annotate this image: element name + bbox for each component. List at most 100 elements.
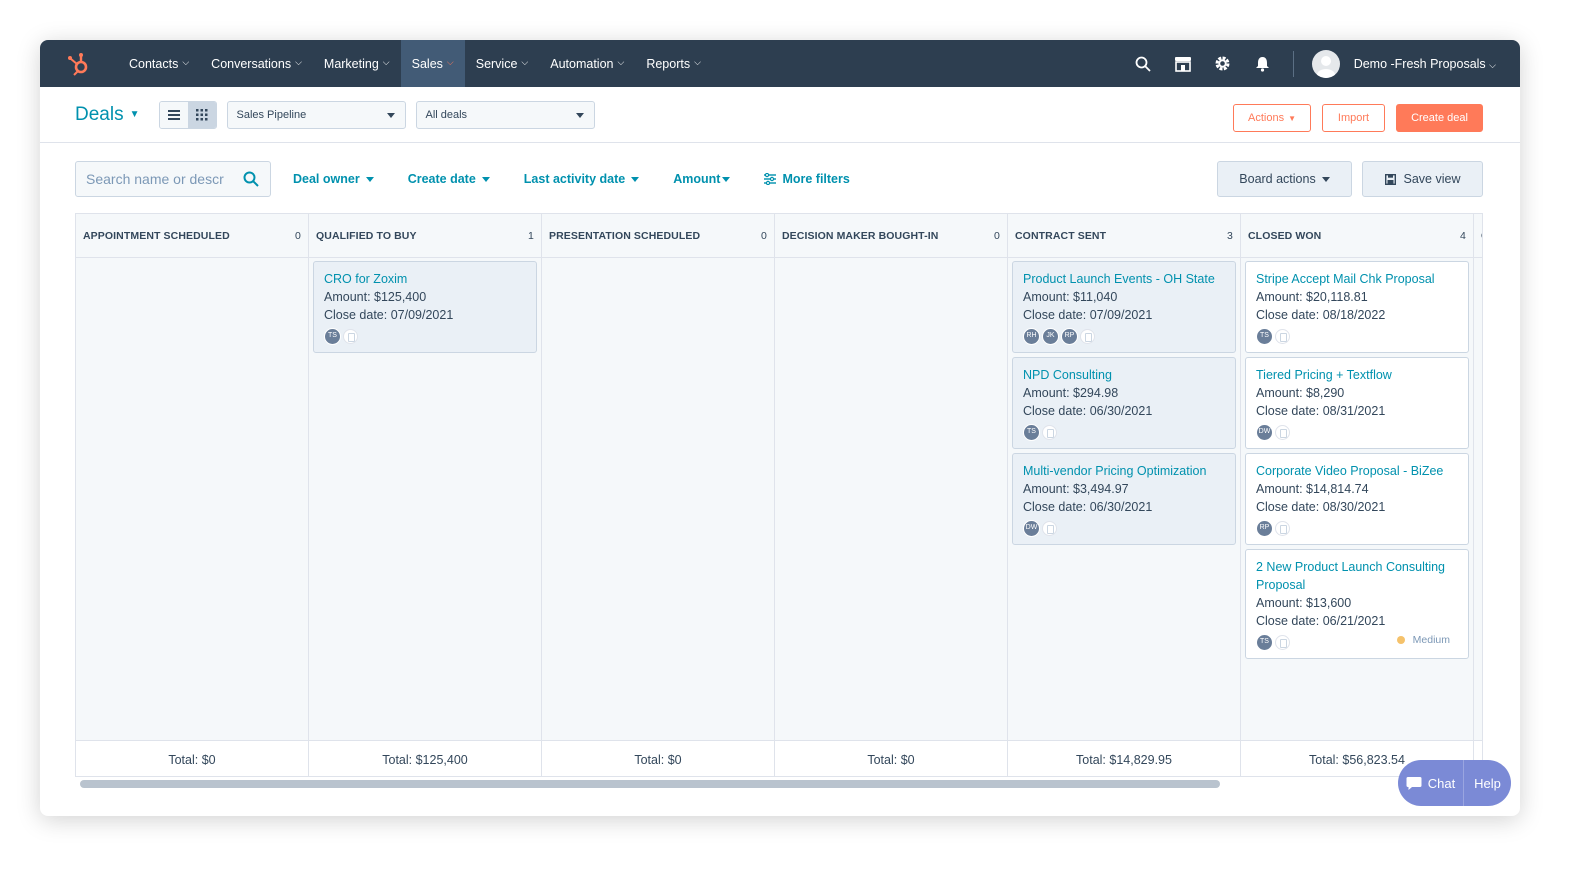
- add-task-icon[interactable]: [1275, 634, 1290, 650]
- view-select-value: All deals: [425, 108, 468, 121]
- owner-avatar[interactable]: RP: [1061, 327, 1078, 345]
- deal-name-link[interactable]: Tiered Pricing + Textflow: [1256, 366, 1458, 384]
- owner-avatar[interactable]: JK: [1042, 327, 1059, 345]
- bell-icon[interactable]: [1243, 40, 1283, 87]
- owner-avatar[interactable]: DW: [1256, 423, 1273, 441]
- deal-card[interactable]: Corporate Video Proposal - BiZee Amount:…: [1245, 453, 1469, 545]
- column-header[interactable]: APPOINTMENT SCHEDULED 0: [76, 214, 308, 258]
- column-header[interactable]: DECISION MAKER BOUGHT-IN 0: [775, 214, 1007, 258]
- add-task-icon[interactable]: [1042, 424, 1057, 440]
- filter-bar: Search name or descr Deal owner Create d…: [40, 143, 1520, 215]
- deal-card[interactable]: Product Launch Events - OH State Amount:…: [1012, 261, 1236, 353]
- amount-filter[interactable]: Amount: [673, 172, 731, 186]
- owner-avatar[interactable]: DW: [1023, 519, 1040, 537]
- deal-card[interactable]: Multi-vendor Pricing Optimization Amount…: [1012, 453, 1236, 545]
- owner-avatar[interactable]: TS: [1023, 423, 1040, 441]
- column-header[interactable]: C: [1474, 214, 1482, 258]
- nav-contacts[interactable]: Contacts ⌵: [118, 40, 200, 87]
- board-actions-button[interactable]: Board actions: [1217, 161, 1352, 197]
- create-deal-button[interactable]: Create deal: [1396, 104, 1483, 132]
- caret-down-icon: [481, 176, 490, 182]
- nav-conversations[interactable]: Conversations ⌵: [200, 40, 313, 87]
- column-body: [775, 258, 1007, 738]
- owner-avatar[interactable]: TS: [1256, 633, 1273, 651]
- column-count: 3: [1227, 229, 1233, 242]
- column-header[interactable]: CLOSED WON 4: [1241, 214, 1473, 258]
- nav-marketing[interactable]: Marketing ⌵: [313, 40, 401, 87]
- chat-button[interactable]: Chat: [1398, 760, 1464, 806]
- sliders-icon: [764, 173, 777, 185]
- board-column: CLOSED WON 4 Stripe Accept Mail Chk Propo…: [1241, 214, 1474, 776]
- deal-close-date: Close date: 06/30/2021: [1023, 500, 1153, 514]
- view-select[interactable]: All deals: [416, 100, 596, 129]
- nav-label: Service: [475, 56, 518, 71]
- deal-name-link[interactable]: Stripe Accept Mail Chk Proposal: [1256, 270, 1458, 288]
- add-task-icon[interactable]: [1042, 520, 1057, 536]
- search-icon[interactable]: [243, 171, 259, 190]
- nav-service[interactable]: Service ⌵: [465, 40, 540, 87]
- column-header[interactable]: PRESENTATION SCHEDULED 0: [542, 214, 774, 258]
- horizontal-scrollbar[interactable]: [75, 778, 1483, 791]
- scrollbar-thumb[interactable]: [80, 780, 1220, 788]
- deal-card[interactable]: Tiered Pricing + Textflow Amount: $8,290…: [1245, 357, 1469, 449]
- pipeline-select[interactable]: Sales Pipeline: [227, 100, 407, 129]
- last-activity-filter[interactable]: Last activity date: [524, 172, 640, 186]
- board-actions-label: Board actions: [1239, 172, 1316, 186]
- deal-owner-filter[interactable]: Deal owner: [293, 172, 374, 186]
- nav-reports[interactable]: Reports ⌵: [635, 40, 712, 87]
- add-task-icon[interactable]: [1275, 424, 1290, 440]
- column-header[interactable]: QUALIFIED TO BUY 1: [309, 214, 541, 258]
- gear-icon[interactable]: [1203, 40, 1243, 87]
- deal-name-link[interactable]: Corporate Video Proposal - BiZee: [1256, 462, 1458, 480]
- create-date-filter[interactable]: Create date: [408, 172, 490, 186]
- deal-name-link[interactable]: CRO for Zoxim: [324, 270, 526, 288]
- add-task-icon[interactable]: [343, 328, 358, 344]
- deal-close-date: Close date: 06/21/2021: [1256, 614, 1386, 628]
- column-total: Total: $0: [775, 740, 1007, 776]
- filter-label: More filters: [782, 172, 850, 186]
- owner-avatar[interactable]: TS: [1256, 327, 1273, 345]
- deal-card[interactable]: CRO for Zoxim Amount: $125,400 Close dat…: [313, 261, 537, 353]
- add-task-icon[interactable]: [1275, 520, 1290, 536]
- import-button[interactable]: Import: [1322, 104, 1385, 132]
- search-icon[interactable]: [1123, 40, 1163, 87]
- more-filters-button[interactable]: More filters: [764, 172, 850, 186]
- owner-avatar[interactable]: TS: [324, 327, 341, 345]
- deal-card[interactable]: 2 New Product Launch Consulting Proposal…: [1245, 549, 1469, 659]
- list-view-icon[interactable]: [160, 101, 189, 128]
- marketplace-icon[interactable]: [1163, 40, 1203, 87]
- page-title: Deals: [75, 103, 124, 125]
- owner-avatar[interactable]: RP: [1256, 519, 1273, 537]
- column-header[interactable]: CONTRACT SENT 3: [1008, 214, 1240, 258]
- object-switcher[interactable]: Deals ▼: [75, 104, 139, 126]
- deal-name-link[interactable]: Multi-vendor Pricing Optimization: [1023, 462, 1225, 480]
- deal-name-link[interactable]: 2 New Product Launch Consulting Proposal: [1256, 558, 1458, 594]
- chat-help-widget: Chat Help: [1398, 760, 1511, 806]
- actions-button[interactable]: Actions ▼: [1233, 104, 1311, 132]
- caret-down-icon: [1321, 176, 1330, 182]
- deal-owners: RP: [1256, 518, 1458, 538]
- nav-label: Conversations: [211, 56, 292, 71]
- deal-close-date: Close date: 06/30/2021: [1023, 404, 1153, 418]
- column-count: 4: [1460, 229, 1466, 242]
- nav-sales[interactable]: Sales ⌵: [400, 40, 465, 87]
- hubspot-logo-icon[interactable]: [40, 40, 118, 87]
- add-task-icon[interactable]: [1080, 328, 1095, 344]
- column-total-label: Total: $14,829.95: [1076, 752, 1172, 767]
- deal-name-link[interactable]: NPD Consulting: [1023, 366, 1225, 384]
- account-menu[interactable]: Demo -Fresh Proposals ⌵: [1354, 57, 1496, 71]
- board-view-icon[interactable]: [188, 101, 217, 128]
- deal-card[interactable]: NPD Consulting Amount: $294.98 Close dat…: [1012, 357, 1236, 449]
- chevron-down-icon: ⌵: [617, 57, 625, 67]
- search-input[interactable]: Search name or descr: [75, 161, 271, 197]
- help-button[interactable]: Help: [1464, 760, 1511, 806]
- user-avatar[interactable]: [1311, 49, 1340, 78]
- deal-card[interactable]: Stripe Accept Mail Chk Proposal Amount: …: [1245, 261, 1469, 353]
- nav-automation[interactable]: Automation ⌵: [539, 40, 635, 87]
- deal-name-link[interactable]: Product Launch Events - OH State: [1023, 270, 1225, 288]
- save-icon: [1384, 173, 1396, 185]
- save-view-button[interactable]: Save view: [1362, 161, 1483, 197]
- add-task-icon[interactable]: [1275, 328, 1290, 344]
- owner-avatar[interactable]: RH: [1023, 327, 1040, 345]
- search-placeholder: Search name or descr: [86, 171, 224, 187]
